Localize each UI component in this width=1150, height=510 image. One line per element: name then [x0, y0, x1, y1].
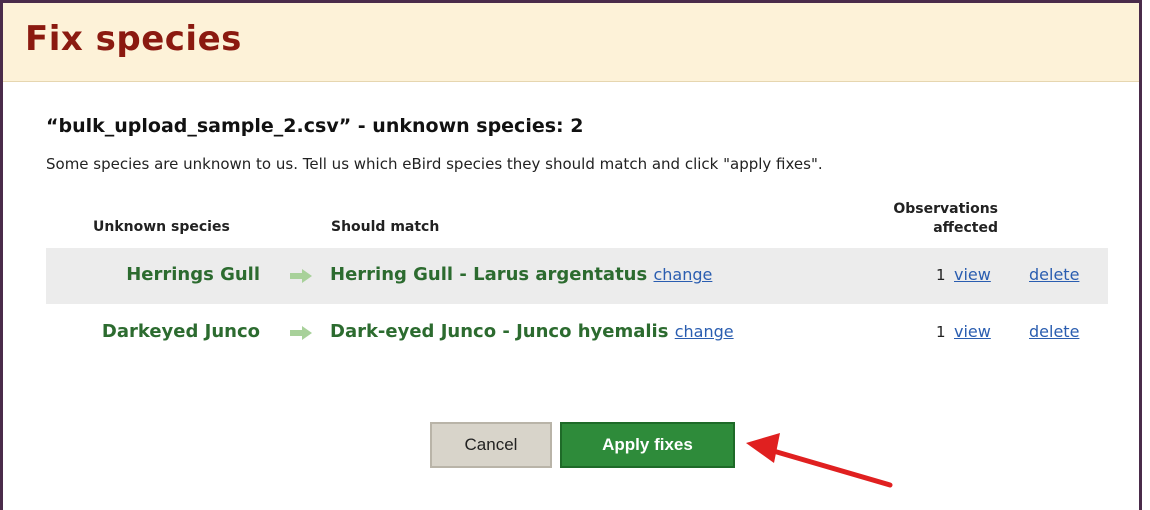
matched-species-name: Herring Gull - Larus argentatus: [330, 264, 648, 285]
table-row: Darkeyed Junco Dark-eyed Junco - Junco h…: [46, 305, 1108, 361]
file-heading: “bulk_upload_sample_2.csv” - unknown spe…: [46, 115, 584, 137]
column-header-observations: Observations affected: [893, 200, 998, 238]
instructions-text: Some species are unknown to us. Tell us …: [46, 155, 823, 173]
observation-count: 1: [936, 266, 946, 284]
view-link[interactable]: view: [954, 265, 991, 284]
unknown-species-name: Darkeyed Junco: [101, 321, 260, 342]
change-link[interactable]: change: [653, 265, 712, 284]
page-title: Fix species: [25, 19, 242, 59]
matched-species: Herring Gull - Larus argentatus change: [330, 264, 712, 285]
red-pointer-arrow-icon: [746, 433, 893, 488]
right-arrow-icon: [290, 326, 312, 340]
table-row: Herrings Gull Herring Gull - Larus argen…: [46, 248, 1108, 304]
apply-fixes-button[interactable]: Apply fixes: [560, 422, 735, 468]
cancel-button[interactable]: Cancel: [430, 422, 552, 468]
matched-species-name: Dark-eyed Junco - Junco hyemalis: [330, 321, 669, 342]
column-header-should-match: Should match: [331, 219, 440, 235]
column-header-observations-line1: Observations: [893, 201, 998, 217]
matched-species: Dark-eyed Junco - Junco hyemalis change: [330, 321, 734, 342]
column-header-observations-line2: affected: [933, 220, 998, 236]
right-arrow-icon: [290, 269, 312, 283]
delete-link[interactable]: delete: [1029, 322, 1079, 341]
change-link[interactable]: change: [675, 322, 734, 341]
observation-count: 1: [936, 323, 946, 341]
delete-link[interactable]: delete: [1029, 265, 1079, 284]
page-header: Fix species: [3, 3, 1139, 82]
view-link[interactable]: view: [954, 322, 991, 341]
unknown-species-name: Herrings Gull: [126, 264, 260, 285]
column-header-unknown-species: Unknown species: [93, 219, 230, 235]
